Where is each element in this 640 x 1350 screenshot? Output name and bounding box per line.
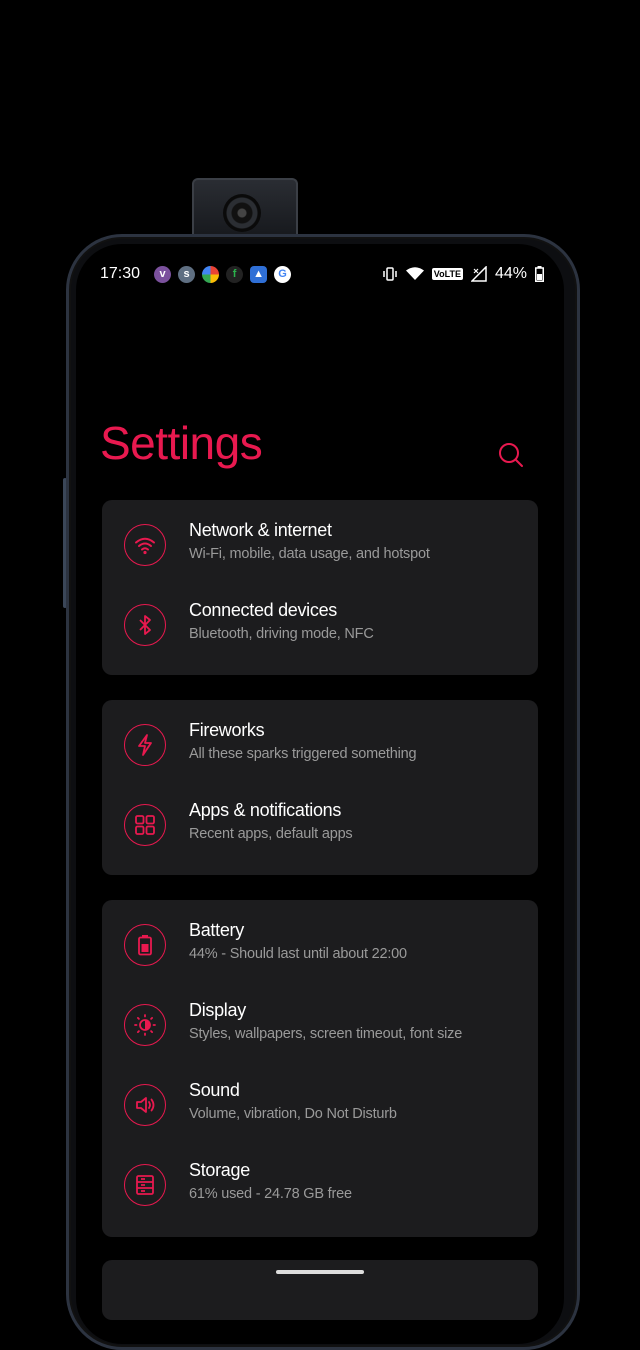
lightning-icon	[124, 724, 166, 766]
settings-group-device: Battery 44% - Should last until about 22…	[102, 900, 538, 1237]
item-title: Apps & notifications	[189, 800, 342, 820]
item-subtitle: Volume, vibration, Do Not Disturb	[189, 1106, 397, 1122]
vibrate-icon	[383, 267, 397, 281]
settings-group-connectivity: Network & internet Wi-Fi, mobile, data u…	[102, 500, 538, 675]
settings-item-fireworks[interactable]: Fireworks All these sparks triggered som…	[102, 706, 538, 786]
steam-icon: s	[178, 265, 196, 283]
battery-icon	[124, 924, 166, 966]
settings-group-apps: Fireworks All these sparks triggered som…	[102, 700, 538, 875]
storage-icon	[124, 1164, 166, 1206]
item-text: Fireworks All these sparks triggered som…	[189, 720, 417, 762]
item-subtitle: 44% - Should last until about 22:00	[189, 946, 407, 962]
item-subtitle: Bluetooth, driving mode, NFC	[189, 626, 374, 642]
screen: 17:30 v s f ▲ G VoLTE 44% Settings Netwo…	[76, 244, 564, 1344]
status-right: VoLTE 44%	[382, 265, 544, 283]
item-text: Storage 61% used - 24.78 GB free	[189, 1160, 352, 1202]
item-title: Connected devices	[189, 600, 337, 620]
brightness-icon	[124, 1004, 166, 1046]
notification-icons: v s f ▲ G	[154, 265, 292, 283]
battery-percent: 44%	[494, 265, 527, 282]
item-text: Network & internet Wi-Fi, mobile, data u…	[189, 520, 430, 562]
settings-item-display[interactable]: Display Styles, wallpapers, screen timeo…	[102, 986, 538, 1066]
signal-icon	[470, 266, 487, 282]
wifi-status-icon	[405, 267, 424, 280]
gallery-icon: ▲	[250, 265, 268, 283]
settings-item-sound[interactable]: Sound Volume, vibration, Do Not Disturb	[102, 1066, 538, 1146]
feedly-icon: f	[226, 265, 244, 283]
speaker-icon	[124, 1084, 166, 1126]
item-text: Apps & notifications Recent apps, defaul…	[189, 800, 353, 842]
camera-lens	[223, 194, 261, 232]
item-text: Sound Volume, vibration, Do Not Disturb	[189, 1080, 397, 1122]
item-subtitle: Wi-Fi, mobile, data usage, and hotspot	[189, 546, 430, 562]
item-title: Network & internet	[189, 520, 332, 540]
item-subtitle: 61% used - 24.78 GB free	[189, 1186, 352, 1202]
settings-item-network[interactable]: Network & internet Wi-Fi, mobile, data u…	[102, 506, 538, 586]
volte-badge: VoLTE	[431, 268, 463, 280]
home-indicator[interactable]	[276, 1270, 364, 1274]
status-bar: 17:30 v s f ▲ G VoLTE 44%	[100, 262, 544, 286]
popup-camera	[192, 178, 298, 242]
item-subtitle: Styles, wallpapers, screen timeout, font…	[189, 1026, 463, 1042]
item-text: Connected devices Bluetooth, driving mod…	[189, 600, 374, 642]
item-title: Display	[189, 1000, 246, 1020]
status-time: 17:30	[100, 265, 141, 282]
google-icon: G	[274, 265, 292, 283]
settings-item-battery[interactable]: Battery 44% - Should last until about 22…	[102, 906, 538, 986]
item-title: Battery	[189, 920, 244, 940]
wifi-icon	[124, 524, 166, 566]
apps-grid-icon	[124, 804, 166, 846]
item-subtitle: All these sparks triggered something	[189, 746, 417, 762]
settings-group-next	[102, 1260, 538, 1320]
battery-status-icon	[535, 266, 544, 282]
search-icon[interactable]	[496, 440, 526, 470]
bluetooth-icon	[124, 604, 166, 646]
viber-icon: v	[154, 265, 172, 283]
settings-item-apps-notifications[interactable]: Apps & notifications Recent apps, defaul…	[102, 786, 538, 866]
settings-item-connected-devices[interactable]: Connected devices Bluetooth, driving mod…	[102, 586, 538, 666]
item-subtitle: Recent apps, default apps	[189, 826, 353, 842]
item-title: Sound	[189, 1080, 240, 1100]
photos-icon	[202, 265, 220, 283]
item-text: Battery 44% - Should last until about 22…	[189, 920, 407, 962]
settings-item-storage[interactable]: Storage 61% used - 24.78 GB free	[102, 1146, 538, 1226]
page-title: Settings	[100, 417, 263, 469]
item-title: Storage	[189, 1160, 250, 1180]
item-text: Display Styles, wallpapers, screen timeo…	[189, 1000, 462, 1042]
item-title: Fireworks	[189, 720, 265, 740]
